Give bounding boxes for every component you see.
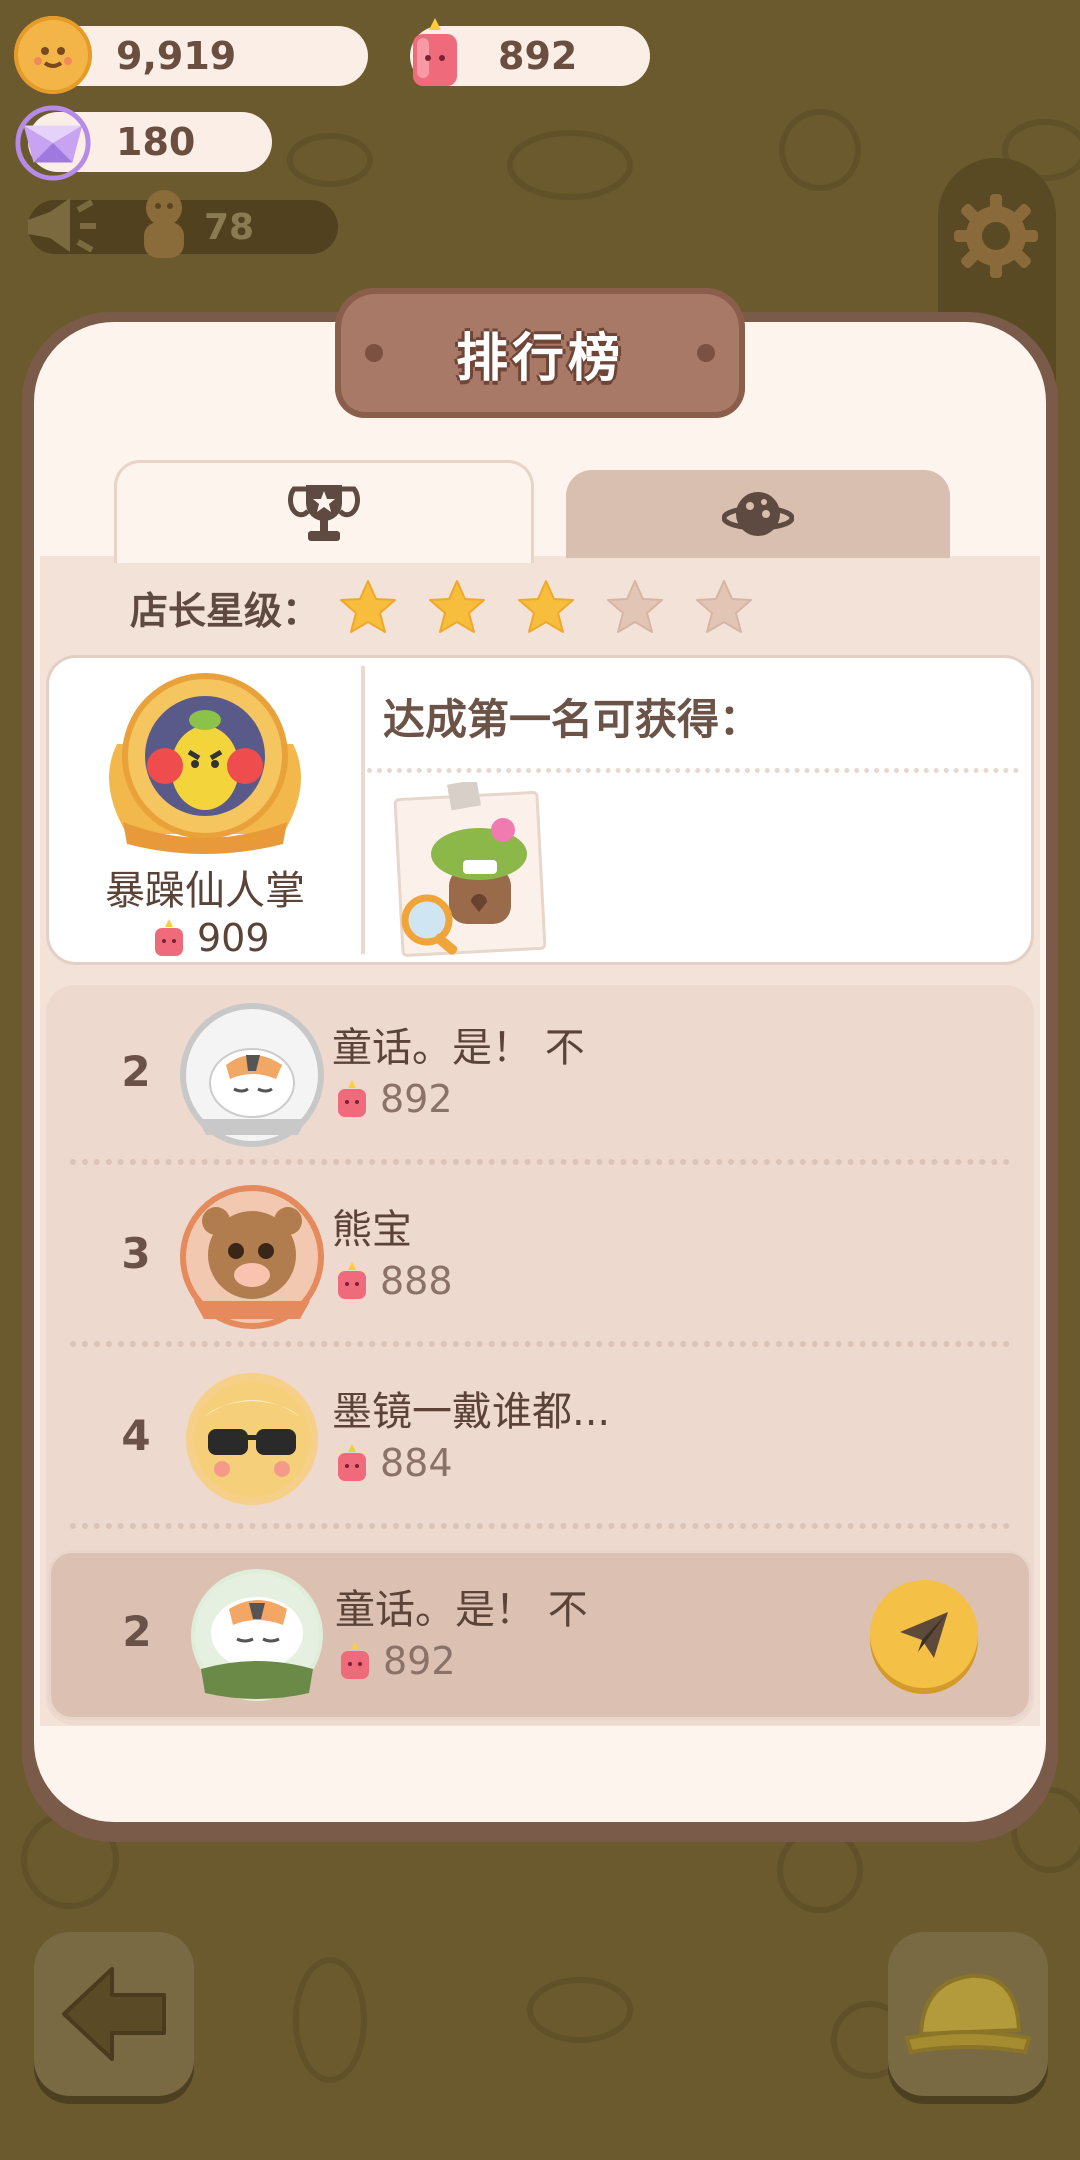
player-score: 892	[332, 1077, 453, 1121]
player-name: 童话。是！ 不	[332, 1025, 585, 1071]
share-send-button[interactable]	[870, 1580, 978, 1688]
star-level-label: 店长星级：	[130, 588, 321, 633]
gem-count: 180	[116, 120, 196, 164]
cookie-count: 9,919	[116, 34, 237, 78]
reward-hotel-photo[interactable]	[379, 779, 559, 960]
my-rank-number: 2	[122, 1607, 152, 1656]
first-place-name: 暴躁仙人掌	[105, 868, 305, 914]
candle-count: 892	[498, 34, 578, 78]
star-empty-icon	[696, 580, 753, 633]
candle-icon	[338, 1080, 366, 1117]
bear-avatar-bronze-badge	[186, 1191, 318, 1323]
settings-gear-icon[interactable]	[950, 190, 1042, 282]
first-place-badge	[87, 664, 323, 860]
helmet-icon	[904, 1973, 1032, 2055]
player-score: 884	[332, 1441, 453, 1485]
star-filled-icon	[340, 580, 397, 633]
star-empty-icon	[607, 580, 664, 633]
paper-plane-icon	[900, 1612, 948, 1658]
my-player-name: 童话。是！ 不	[335, 1587, 588, 1633]
ranking-row[interactable]: 2 童话。是！ 不 892	[46, 985, 1034, 1165]
helper-count: 78	[204, 206, 255, 248]
candle-icon	[338, 1262, 366, 1299]
my-player-score-value: 892	[383, 1639, 456, 1683]
reward-title: 达成第一名可获得：	[383, 695, 762, 744]
candle-icon	[155, 919, 183, 956]
gem-candy-icon	[14, 104, 92, 182]
shop-star-level: 店长星级：	[40, 572, 1040, 642]
arrow-left-icon	[62, 1967, 166, 2061]
star-filled-icon	[518, 580, 575, 633]
first-place-score-value: 909	[197, 916, 270, 960]
tab-trophy[interactable]	[114, 460, 534, 563]
card-divider	[361, 666, 365, 954]
row-divider	[70, 1523, 1010, 1529]
rank-number: 3	[121, 1229, 151, 1278]
candle-icon	[341, 1642, 369, 1679]
player-name: 墨镜一戴谁都...	[332, 1389, 611, 1435]
first-place-score: 909	[149, 916, 270, 960]
sunglasses-cookie-avatar	[186, 1373, 318, 1505]
my-cat-avatar	[191, 1569, 323, 1701]
candle-icon	[338, 1444, 366, 1481]
cookie-icon	[14, 16, 92, 94]
player-score-value: 892	[380, 1077, 453, 1121]
player-score-value: 884	[380, 1441, 453, 1485]
player-score-value: 888	[380, 1259, 453, 1303]
rank-number: 4	[121, 1411, 151, 1460]
rank-number: 2	[121, 1047, 151, 1096]
cat-avatar-silver-badge	[186, 1009, 318, 1141]
player-score: 888	[332, 1259, 453, 1303]
dialog-title-plate: 排行榜	[335, 288, 745, 418]
star-filled-icon	[429, 580, 486, 633]
row-divider	[70, 1159, 1010, 1165]
ranking-row[interactable]: 3 熊宝 888	[46, 1167, 1034, 1347]
row-divider	[70, 1341, 1010, 1347]
reward-divider	[367, 768, 1019, 773]
trophy-icon	[288, 485, 360, 541]
helmet-button[interactable]	[888, 1932, 1048, 2096]
gingerbread-icon	[132, 186, 196, 262]
player-name: 熊宝	[332, 1207, 412, 1253]
ranking-row[interactable]: 4 墨镜一戴谁都... 884	[46, 1349, 1034, 1529]
megaphone-icon[interactable]	[20, 190, 100, 262]
candle-icon	[396, 16, 474, 94]
back-button[interactable]	[34, 1932, 194, 2096]
dialog-title: 排行榜	[455, 328, 624, 389]
my-player-score: 892	[335, 1639, 456, 1683]
planet-icon	[722, 492, 794, 536]
first-place-card[interactable]: 暴躁仙人掌 909 达成第一名可获得：	[46, 655, 1034, 965]
tab-planet[interactable]	[566, 470, 950, 558]
